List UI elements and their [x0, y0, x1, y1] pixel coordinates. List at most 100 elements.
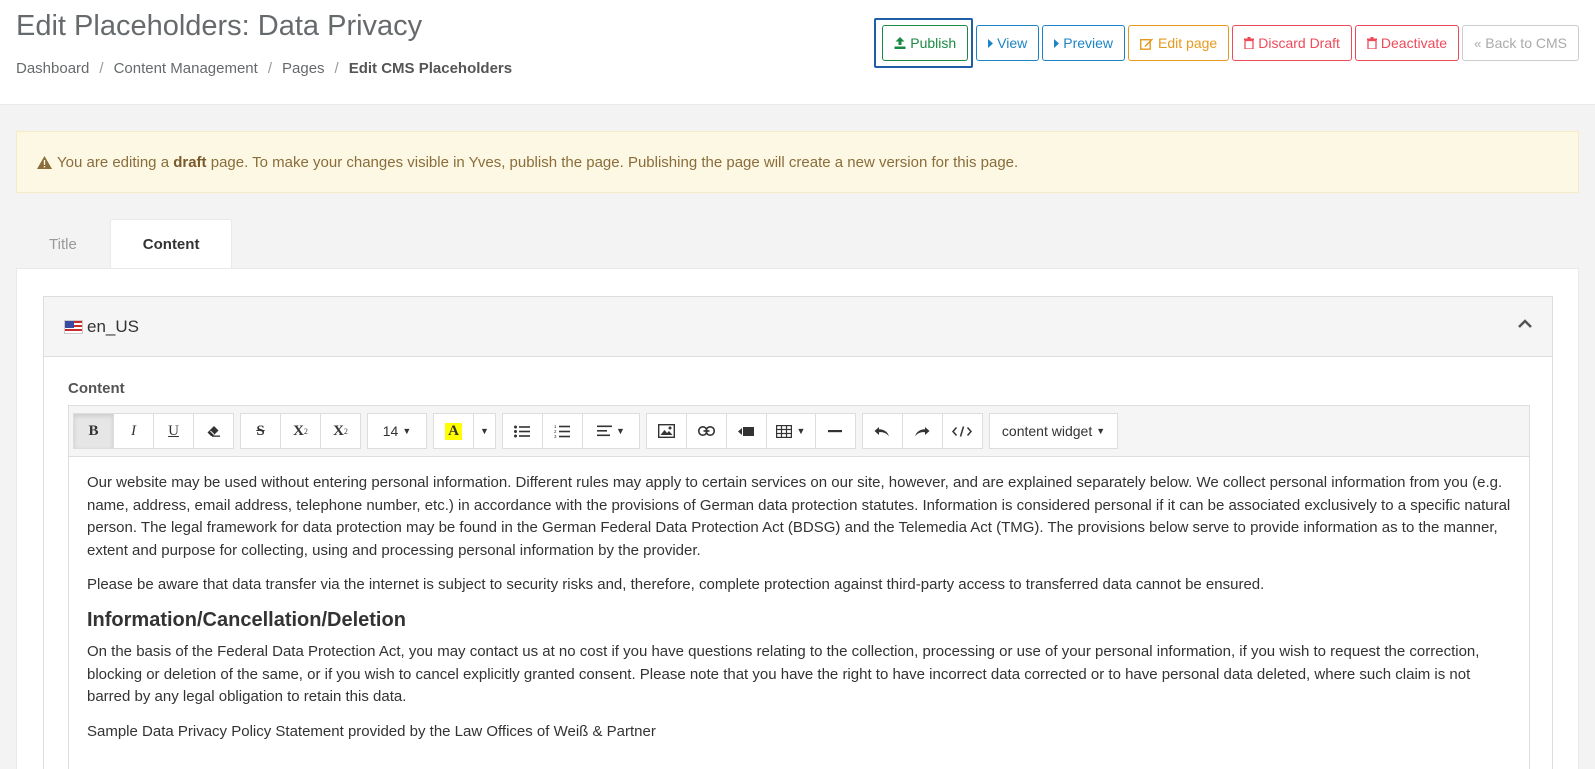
redo-button[interactable]	[901, 413, 943, 449]
ordered-list-button[interactable]: 123	[541, 413, 583, 449]
discard-draft-label: Discard Draft	[1258, 35, 1340, 51]
list-group: 123 ▼	[501, 413, 640, 449]
picture-icon	[657, 424, 675, 438]
underline-button[interactable]: U	[153, 413, 194, 449]
text-color-button[interactable]: A	[433, 413, 474, 449]
upload-icon	[894, 37, 906, 49]
subscript-button[interactable]: X2	[320, 413, 361, 449]
code-icon	[952, 425, 973, 437]
code-view-button[interactable]	[941, 413, 983, 449]
edit-icon	[1140, 38, 1154, 50]
insert-table-dropdown[interactable]: ▼	[765, 413, 816, 449]
chevron-up-icon[interactable]	[1518, 319, 1532, 328]
bold-button[interactable]: B	[73, 413, 114, 449]
publish-label: Publish	[910, 35, 957, 51]
trash-icon	[1366, 37, 1377, 49]
content-field-label: Content	[68, 380, 125, 397]
page-title: Edit Placeholders: Data Privacy	[16, 10, 423, 42]
draft-warning-alert: You are editing a draft page. To make yo…	[16, 131, 1579, 193]
font-size-group: 14 ▼	[367, 413, 427, 449]
caret-right-icon	[988, 38, 994, 48]
strikethrough-button[interactable]: S	[240, 413, 281, 449]
content-paragraph: Our website may be used without entering…	[87, 474, 1511, 559]
svg-text:3: 3	[554, 434, 557, 438]
undo-button[interactable]	[861, 413, 903, 449]
content-widget-dropdown[interactable]: content widget ▼	[988, 413, 1119, 449]
breadcrumb: Dashboard / Content Management / Pages /…	[16, 60, 512, 77]
caret-down-icon: ▼	[480, 426, 489, 436]
font-size-dropdown[interactable]: 14 ▼	[367, 413, 427, 449]
edit-page-button[interactable]: Edit page	[1128, 25, 1230, 61]
us-flag-icon	[64, 319, 83, 334]
minus-icon	[828, 429, 843, 432]
caret-down-icon: ▼	[796, 426, 806, 436]
content-paragraph: Sample Data Privacy Policy Statement pro…	[87, 722, 656, 740]
video-icon	[738, 426, 755, 436]
locale-label: en_US	[87, 316, 139, 336]
table-icon	[776, 424, 793, 438]
content-paragraph: On the basis of the Federal Data Protect…	[87, 643, 1480, 705]
caret-right-icon	[1054, 38, 1060, 48]
preview-label: Preview	[1063, 35, 1114, 51]
alert-text-post: page. To make your changes visible in Yv…	[210, 153, 1019, 171]
unordered-list-button[interactable]	[501, 413, 543, 449]
discard-draft-button[interactable]: Discard Draft	[1232, 25, 1352, 61]
breadcrumb-pages[interactable]: Pages	[282, 60, 325, 77]
locale-section: en_US Content B I U S X2 X2 14 ▼ A ▼ 1 2…	[43, 296, 1553, 769]
back-to-cms-button[interactable]: « Back to CMS	[1462, 25, 1579, 61]
breadcrumb-content-management[interactable]: Content Management	[114, 60, 258, 77]
deactivate-button[interactable]: Deactivate	[1354, 25, 1460, 61]
trash-icon	[1244, 37, 1255, 49]
link-icon	[697, 426, 715, 436]
content-paragraph: Please be aware that data transfer via t…	[87, 576, 1265, 593]
horizontal-rule-button[interactable]	[814, 413, 856, 449]
tab-title[interactable]: Title	[16, 219, 110, 269]
rich-text-editor: B I U S X2 X2 14 ▼ A ▼ 1 2 3 ▼ ▼ content…	[68, 405, 1530, 769]
color-dropdown-button[interactable]: ▼	[473, 413, 496, 449]
eraser-icon	[207, 426, 220, 437]
breadcrumb-separator: /	[334, 60, 339, 77]
breadcrumb-separator: /	[99, 60, 104, 77]
align-left-icon	[596, 425, 612, 437]
insert-group: ▼	[645, 413, 856, 449]
font-style-group: B I U	[73, 413, 234, 449]
back-to-cms-label: Back to CMS	[1485, 35, 1567, 51]
tab-bar: Title Content	[16, 219, 233, 269]
editor-toolbar: B I U S X2 X2 14 ▼ A ▼ 1 2 3 ▼ ▼ content…	[69, 406, 1529, 457]
insert-link-button[interactable]	[685, 413, 727, 449]
superscript-button[interactable]: X2	[280, 413, 321, 449]
undo-icon	[874, 426, 890, 436]
locale-header[interactable]: en_US	[44, 297, 1552, 357]
caret-down-icon: ▼	[1096, 426, 1106, 436]
redo-icon	[915, 426, 930, 436]
unordered-list-icon	[514, 425, 531, 437]
publish-button[interactable]: Publish	[882, 25, 969, 61]
preview-button[interactable]: Preview	[1042, 25, 1126, 61]
edit-page-label: Edit page	[1158, 35, 1218, 51]
caret-down-icon: ▼	[615, 426, 625, 436]
warning-icon	[37, 155, 52, 169]
paragraph-align-dropdown[interactable]: ▼	[581, 413, 640, 449]
caret-down-icon: ▼	[402, 426, 412, 436]
alert-text-pre: You are editing a	[57, 153, 170, 171]
view-label: View	[997, 35, 1028, 51]
breadcrumb-current: Edit CMS Placeholders	[348, 60, 513, 77]
view-button[interactable]: View	[976, 25, 1040, 61]
history-group	[861, 413, 983, 449]
italic-button[interactable]: I	[113, 413, 154, 449]
breadcrumb-separator: /	[267, 60, 272, 77]
insert-image-button[interactable]	[645, 413, 687, 449]
double-chevron-left-icon: «	[1474, 35, 1482, 51]
breadcrumb-dashboard[interactable]: Dashboard	[16, 60, 89, 77]
content-heading: Information/Cancellation/Deletion	[87, 608, 406, 631]
page-header: Edit Placeholders: Data Privacy Dashboar…	[0, 0, 1595, 105]
tab-content[interactable]: Content	[109, 219, 233, 269]
insert-video-button[interactable]	[725, 413, 767, 449]
content-widget-label: content widget	[1001, 423, 1093, 439]
publish-focus-ring: Publish	[874, 18, 974, 68]
clear-format-button[interactable]	[193, 413, 234, 449]
editor-content-area[interactable]: Our website may be used without entering…	[69, 457, 1529, 743]
color-group: A ▼	[433, 413, 496, 449]
alert-text-bold: draft	[173, 153, 207, 171]
widget-group: content widget ▼	[988, 413, 1119, 449]
